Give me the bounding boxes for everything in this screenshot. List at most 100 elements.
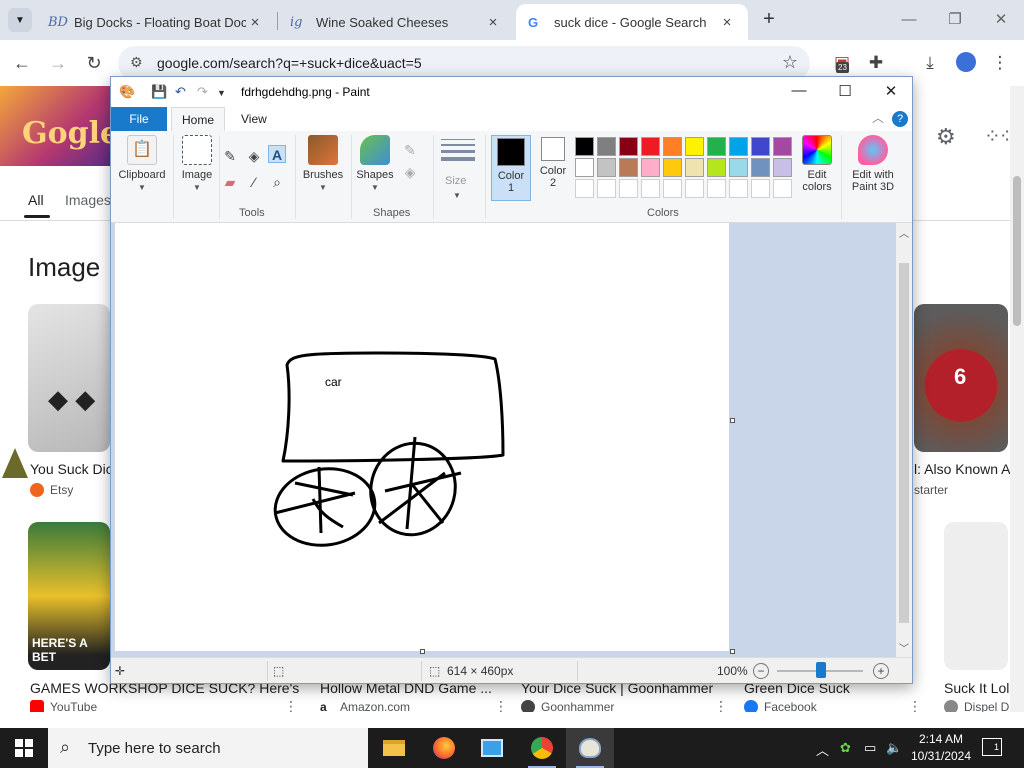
palette-color-swatch[interactable] bbox=[575, 158, 594, 177]
forward-button[interactable]: → bbox=[45, 50, 71, 76]
image-result-thumb[interactable] bbox=[944, 522, 1008, 670]
palette-color-swatch[interactable] bbox=[663, 158, 682, 177]
tray-app-icon[interactable]: ✿ bbox=[840, 740, 851, 756]
palette-color-swatch[interactable] bbox=[707, 158, 726, 177]
tab-home[interactable]: Home bbox=[171, 107, 226, 131]
magnifier-icon[interactable]: ⌕ bbox=[268, 173, 286, 191]
zoom-in-button[interactable]: + bbox=[873, 663, 889, 679]
palette-color-swatch[interactable] bbox=[685, 158, 704, 177]
scroll-down-icon[interactable]: ﹀ bbox=[896, 640, 912, 655]
resize-handle-bottom[interactable] bbox=[420, 649, 425, 654]
redo-icon[interactable]: ↷ bbox=[197, 84, 208, 100]
more-options-icon[interactable]: ⋮ bbox=[714, 698, 728, 712]
paint-close-button[interactable]: ✕ bbox=[877, 82, 905, 102]
palette-color-swatch[interactable] bbox=[619, 137, 638, 156]
palette-color-swatch[interactable] bbox=[641, 137, 660, 156]
zoom-slider-thumb[interactable] bbox=[816, 662, 826, 678]
download-icon[interactable]: ⤓ bbox=[918, 52, 942, 76]
palette-color-swatch[interactable] bbox=[751, 137, 770, 156]
drawing-canvas[interactable]: car bbox=[115, 223, 729, 651]
customize-quick-access-icon[interactable]: ▼ bbox=[217, 88, 226, 98]
result-title[interactable]: l: Also Known A bbox=[914, 461, 1010, 477]
url-text[interactable]: google.com/search?q=+suck+dice&uact=5 bbox=[157, 55, 422, 71]
color-picker-icon[interactable]: ⁄ bbox=[245, 173, 263, 191]
palette-color-swatch[interactable] bbox=[575, 137, 594, 156]
edit-colors-button[interactable]: Edit colors bbox=[795, 135, 839, 193]
google-tab-images[interactable]: Images bbox=[65, 192, 111, 208]
address-bar[interactable]: ⚙ google.com/search?q=+suck+dice&uact=5 … bbox=[118, 46, 810, 80]
chevron-up-icon[interactable]: ︿ bbox=[816, 740, 829, 759]
close-icon[interactable]: × bbox=[484, 14, 502, 31]
close-icon[interactable]: × bbox=[246, 14, 264, 31]
close-window-button[interactable]: ✕ bbox=[986, 8, 1016, 32]
palette-color-swatch[interactable] bbox=[663, 137, 682, 156]
network-icon[interactable]: ▭ bbox=[864, 740, 876, 756]
palette-color-swatch[interactable] bbox=[729, 137, 748, 156]
palette-color-swatch[interactable] bbox=[729, 179, 748, 198]
volume-icon[interactable]: 🔈 bbox=[886, 740, 902, 756]
browser-tab-1[interactable]: BD Big Docks - Floating Boat Dock × bbox=[36, 4, 276, 40]
tab-view[interactable]: View bbox=[231, 107, 277, 131]
undo-icon[interactable]: ↶ bbox=[175, 84, 186, 100]
palette-color-swatch[interactable] bbox=[729, 158, 748, 177]
reload-button[interactable]: ↻ bbox=[81, 50, 107, 76]
profile-avatar[interactable] bbox=[956, 52, 976, 72]
bookmark-star-icon[interactable]: ☆ bbox=[782, 52, 798, 73]
more-options-icon[interactable]: ⋮ bbox=[284, 698, 298, 712]
new-tab-button[interactable]: + bbox=[758, 8, 780, 32]
save-icon[interactable]: 💾 bbox=[151, 84, 167, 100]
color1-button[interactable]: Color 1 bbox=[491, 135, 531, 201]
taskbar-control-panel[interactable] bbox=[468, 728, 516, 768]
palette-color-swatch[interactable] bbox=[751, 158, 770, 177]
google-doodle[interactable]: Gogle bbox=[0, 86, 119, 166]
system-clock[interactable]: 2:14 AM 10/31/2024 bbox=[906, 731, 976, 765]
restore-button[interactable]: ❐ bbox=[940, 8, 970, 32]
image-result-thumb[interactable]: HERE'S A BET bbox=[28, 522, 110, 670]
page-vertical-scrollbar[interactable] bbox=[1010, 86, 1024, 712]
extensions-puzzle-icon[interactable]: ✚ bbox=[864, 52, 888, 76]
taskbar-chrome[interactable] bbox=[518, 728, 566, 768]
palette-color-swatch[interactable] bbox=[773, 179, 792, 198]
google-tab-all[interactable]: All bbox=[28, 192, 44, 208]
pencil-icon[interactable]: ✎ bbox=[221, 147, 239, 165]
image-button[interactable]: Image ▼ bbox=[177, 135, 217, 193]
color2-button[interactable]: Color 2 bbox=[535, 135, 571, 201]
scrollbar-thumb[interactable] bbox=[899, 263, 909, 623]
palette-color-swatch[interactable] bbox=[685, 179, 704, 198]
start-button[interactable] bbox=[0, 728, 48, 768]
palette-color-swatch[interactable] bbox=[597, 179, 616, 198]
palette-color-swatch[interactable] bbox=[773, 158, 792, 177]
palette-color-swatch[interactable] bbox=[707, 137, 726, 156]
palette-color-swatch[interactable] bbox=[751, 179, 770, 198]
eraser-icon[interactable]: ▰ bbox=[221, 173, 239, 191]
scroll-up-icon[interactable]: ︿ bbox=[896, 225, 912, 240]
close-icon[interactable]: × bbox=[718, 14, 736, 31]
taskbar-file-explorer[interactable] bbox=[370, 728, 418, 768]
minimize-button[interactable]: — bbox=[894, 8, 924, 32]
zoom-out-button[interactable]: − bbox=[753, 663, 769, 679]
image-result-thumb[interactable] bbox=[28, 304, 110, 452]
paint-minimize-button[interactable]: — bbox=[785, 82, 813, 102]
palette-color-swatch[interactable] bbox=[619, 158, 638, 177]
tab-file[interactable]: File bbox=[111, 107, 167, 131]
collapse-ribbon-icon[interactable]: ︿ bbox=[872, 109, 884, 126]
canvas-vertical-scrollbar[interactable]: ︿ ﹀ bbox=[896, 223, 912, 657]
taskbar-paint[interactable] bbox=[566, 728, 614, 768]
back-button[interactable]: ← bbox=[9, 50, 35, 76]
palette-color-swatch[interactable] bbox=[619, 179, 638, 198]
shapes-button[interactable]: Shapes ▼ bbox=[353, 135, 397, 193]
palette-color-swatch[interactable] bbox=[597, 158, 616, 177]
browser-tab-2[interactable]: ig Wine Soaked Cheeses × bbox=[278, 4, 514, 40]
edit-with-paint3d-button[interactable]: Edit with Paint 3D bbox=[845, 135, 901, 193]
notifications-icon[interactable]: 1 bbox=[982, 738, 1002, 756]
palette-color-swatch[interactable] bbox=[685, 137, 704, 156]
palette-color-swatch[interactable] bbox=[641, 179, 660, 198]
taskbar-search-box[interactable]: ⌕ Type here to search bbox=[48, 728, 368, 768]
paint-maximize-button[interactable]: ☐ bbox=[831, 82, 859, 102]
more-options-icon[interactable]: ⋮ bbox=[908, 698, 922, 712]
site-info-icon[interactable]: ⚙ bbox=[130, 54, 143, 71]
result-title[interactable]: You Suck Dic bbox=[30, 461, 110, 477]
resize-handle-corner[interactable] bbox=[730, 649, 735, 654]
fill-icon[interactable]: ◈ bbox=[401, 163, 419, 181]
clipboard-button[interactable]: 📋 Clipboard ▼ bbox=[115, 135, 169, 193]
